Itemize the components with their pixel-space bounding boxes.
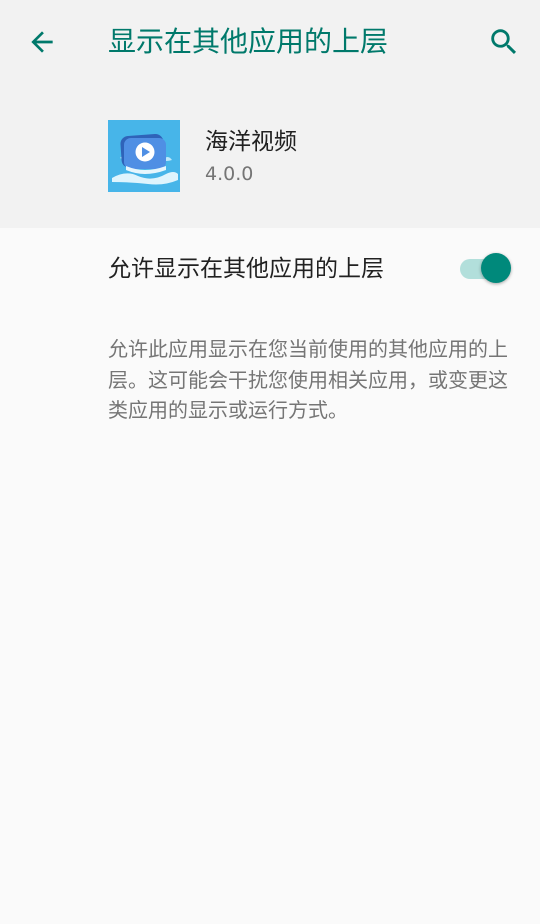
back-button[interactable]: [18, 18, 66, 66]
app-name: 海洋视频: [205, 129, 297, 155]
search-button[interactable]: [480, 18, 528, 66]
search-icon: [491, 29, 517, 55]
overlay-permission-label: 允许显示在其他应用的上层: [108, 256, 384, 282]
arrow-back-icon: [31, 31, 53, 53]
app-version: 4.0.0: [205, 163, 254, 185]
settings-page: 显示在其他应用的上层 海洋视频 4.0.0 允许显示在其他应用的上层 允许此应用…: [0, 0, 540, 924]
overlay-permission-toggle[interactable]: [460, 253, 512, 283]
toggle-thumb: [481, 253, 511, 283]
app-icon: [108, 120, 180, 192]
app-info-header: 显示在其他应用的上层 海洋视频 4.0.0: [0, 0, 540, 228]
permission-description: 允许此应用显示在您当前使用的其他应用的上层。这可能会干扰您使用相关应用，或变更这…: [108, 337, 508, 422]
video-play-app-icon: [108, 120, 180, 192]
overlay-permission-row[interactable]: 允许显示在其他应用的上层: [0, 228, 540, 310]
page-title: 显示在其他应用的上层: [108, 25, 389, 58]
toolbar: 显示在其他应用的上层: [0, 0, 540, 84]
